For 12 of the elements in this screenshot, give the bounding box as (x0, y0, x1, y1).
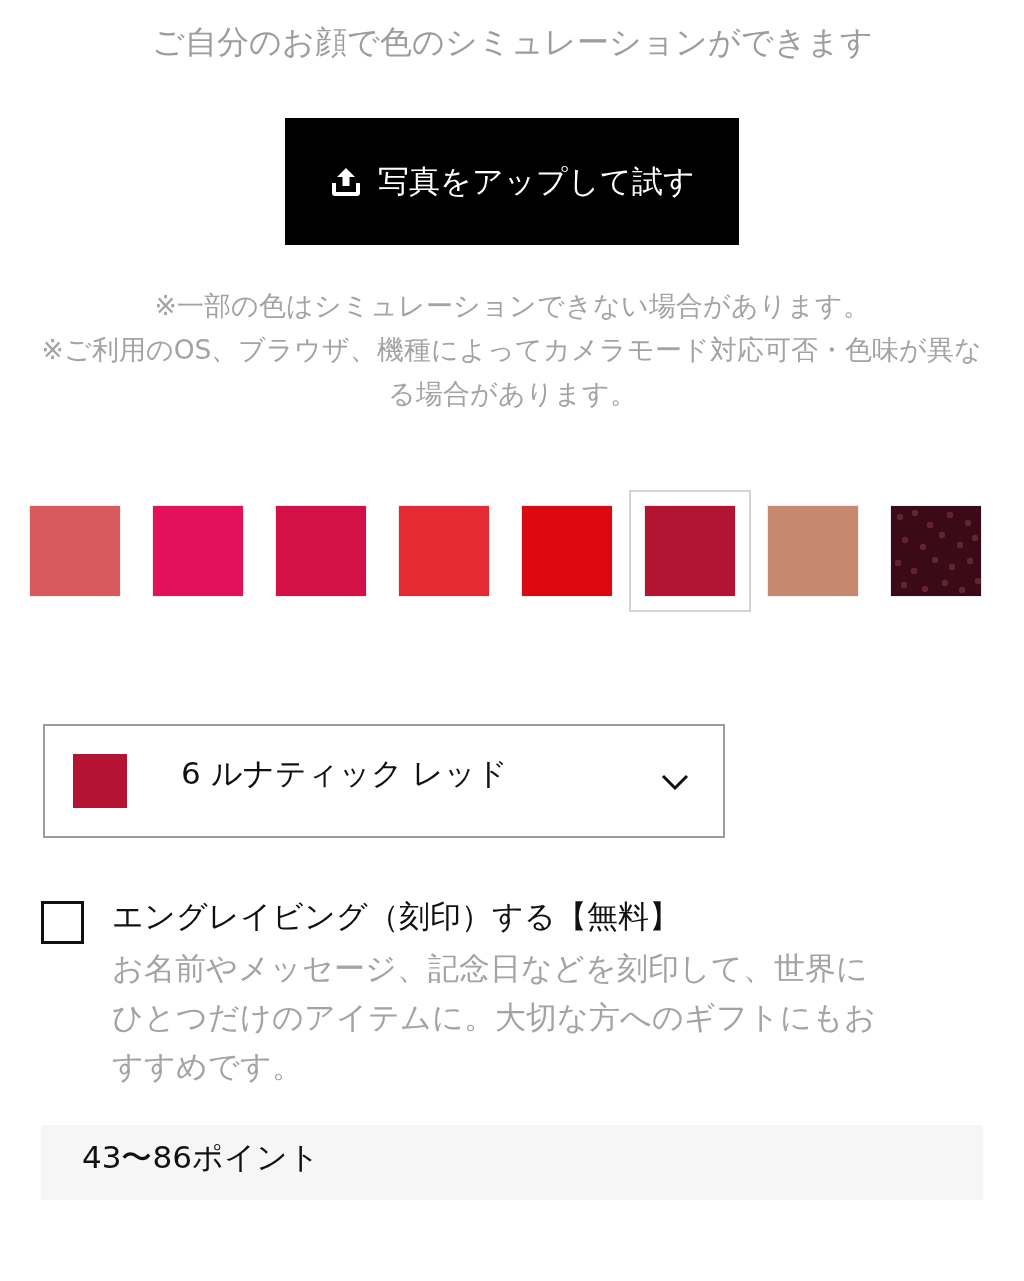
note-text: ※ご利用のOS、ブラウザ、機種によってカメラモード対応可否・色味が異なる場合があります。 (40, 333, 984, 411)
description-text: お名前やメッセージ、記念日などを刻印して、世界にひとつだけのアイテムに。大切な方へのギフトにもおすすめです。 (112, 949, 877, 1086)
checkbox-label: エングレイビング（刻印）する【無料】 (112, 897, 681, 936)
shade-dropdown[interactable]: 6 ルナティック レッド (43, 724, 725, 838)
note-text: ※一部の色はシミュレーションできない場合があります。 (153, 289, 871, 323)
points-text: 43〜86ポイント (82, 1139, 320, 1175)
swatch-button[interactable] (629, 490, 751, 612)
chevron-down-icon (661, 774, 689, 790)
upload-icon (329, 166, 362, 197)
intro-text: ご自分のお顔で色のシミュレーションができます (151, 23, 873, 62)
checkbox[interactable] (41, 901, 84, 944)
upload-button[interactable]: 写真をアップして試す (285, 118, 739, 245)
